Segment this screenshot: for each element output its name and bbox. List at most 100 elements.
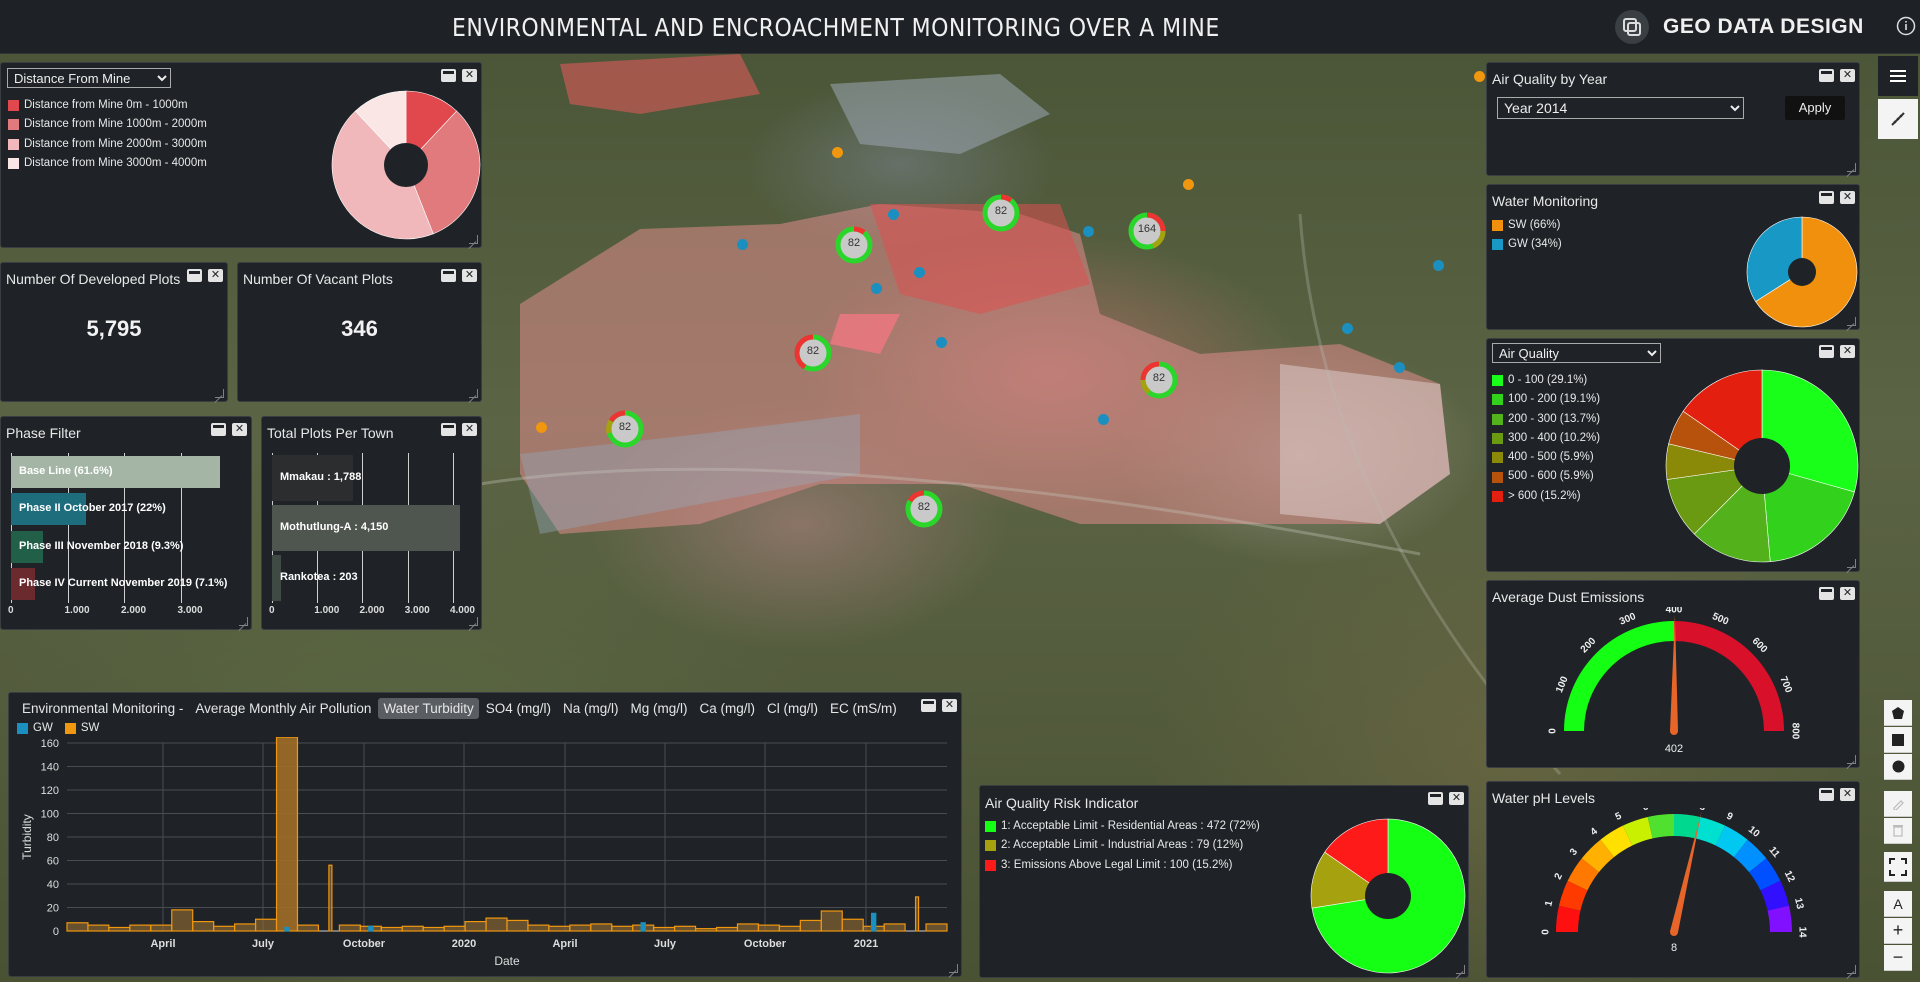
minimize-button[interactable] [211, 423, 226, 436]
sw-bar[interactable] [674, 925, 697, 932]
map-point-marker[interactable] [1098, 414, 1109, 425]
tab-ca-mg-l[interactable]: Ca (mg/l) [695, 698, 761, 719]
resize-handle[interactable] [1456, 965, 1465, 974]
minimize-button[interactable] [1428, 792, 1443, 805]
legend-item[interactable]: Distance from Mine 3000m - 4000m [8, 154, 207, 173]
sw-bar[interactable] [841, 918, 864, 932]
fullscreen-icon[interactable] [1884, 852, 1912, 882]
square-icon[interactable] [1884, 727, 1912, 753]
close-button[interactable]: ✕ [942, 699, 957, 712]
resize-handle[interactable] [1847, 965, 1856, 974]
tab-cl-mg-l[interactable]: Cl (mg/l) [762, 698, 823, 719]
resize-handle[interactable] [1847, 559, 1856, 568]
sw-bar[interactable] [422, 926, 445, 932]
sw-bar[interactable] [736, 923, 760, 932]
cluster-marker[interactable]: 82 [981, 193, 1021, 233]
sw-bar[interactable] [506, 919, 529, 932]
edit-icon[interactable] [1884, 791, 1912, 817]
map-point-marker[interactable] [832, 147, 843, 158]
resize-handle[interactable] [469, 389, 478, 398]
minimize-button[interactable] [187, 269, 202, 282]
legend-item[interactable]: 3: Emissions Above Legal Limit : 100 (15… [985, 856, 1260, 875]
sw-bar[interactable] [328, 864, 333, 932]
cluster-marker[interactable]: 164 [1127, 211, 1167, 251]
sw-bar[interactable] [914, 896, 920, 932]
sw-bar[interactable] [757, 924, 780, 932]
map-point-marker[interactable] [536, 422, 547, 433]
resize-handle[interactable] [469, 617, 478, 626]
resize-handle[interactable] [215, 389, 224, 398]
close-button[interactable]: ✕ [1840, 345, 1855, 358]
tab-mg-mg-l[interactable]: Mg (mg/l) [626, 698, 693, 719]
gw-bar[interactable] [640, 922, 646, 932]
legend-item[interactable]: 2: Acceptable Limit - Industrial Areas :… [985, 836, 1260, 855]
sw-bar[interactable] [234, 923, 257, 932]
legend-item[interactable]: Distance from Mine 0m - 1000m [8, 96, 207, 115]
sw-bar[interactable] [569, 924, 592, 932]
tab-average-monthly-air-pollution[interactable]: Average Monthly Air Pollution [190, 698, 376, 719]
minimize-button[interactable] [1819, 191, 1834, 204]
sw-bar[interactable] [87, 924, 110, 932]
sw-bar[interactable] [799, 919, 822, 932]
legend-item[interactable]: 1: Acceptable Limit - Residential Areas … [985, 817, 1260, 836]
resize-handle[interactable] [949, 964, 958, 973]
close-button[interactable]: ✕ [462, 423, 477, 436]
cluster-marker[interactable]: 82 [904, 489, 944, 529]
map-point-marker[interactable] [1474, 71, 1485, 82]
ruler-icon[interactable] [1878, 99, 1918, 139]
resize-handle[interactable] [1847, 317, 1856, 326]
sw-bar[interactable] [108, 926, 131, 932]
cluster-marker[interactable]: 82 [834, 225, 874, 265]
map-point-marker[interactable] [888, 209, 899, 220]
legend-item[interactable]: 0 - 100 (29.1%) [1492, 371, 1600, 390]
minimize-button[interactable] [1819, 69, 1834, 82]
minimize-button[interactable] [441, 423, 456, 436]
legend-item[interactable]: 400 - 500 (5.9%) [1492, 448, 1600, 467]
minimize-button[interactable] [921, 699, 936, 712]
circle-icon[interactable] [1884, 754, 1912, 780]
apply-button[interactable]: Apply [1785, 96, 1845, 120]
sw-bar[interactable] [590, 923, 613, 932]
close-button[interactable]: ✕ [1840, 69, 1855, 82]
menu-icon[interactable] [1878, 56, 1918, 96]
map-point-marker[interactable] [1183, 179, 1194, 190]
sw-bar[interactable] [820, 910, 843, 932]
close-button[interactable]: ✕ [1840, 191, 1855, 204]
sw-bar[interactable] [485, 917, 508, 932]
sw-bar[interactable] [338, 924, 361, 932]
legend-item[interactable]: GW [17, 722, 53, 734]
sw-bar[interactable] [150, 924, 173, 932]
legend-item[interactable]: 100 - 200 (19.1%) [1492, 390, 1600, 409]
info-icon[interactable] [1893, 12, 1919, 40]
sw-bar[interactable] [401, 925, 424, 932]
sw-bar[interactable] [778, 925, 801, 932]
map-point-marker[interactable] [871, 283, 882, 294]
close-button[interactable]: ✕ [1840, 587, 1855, 600]
map-point-marker[interactable] [936, 337, 947, 348]
sw-bar[interactable] [66, 922, 89, 932]
sw-bar[interactable] [527, 924, 550, 932]
close-button[interactable]: ✕ [462, 269, 477, 282]
sw-bar[interactable] [653, 926, 676, 932]
zoom-in-icon[interactable]: + [1884, 918, 1912, 944]
close-button[interactable]: ✕ [1840, 788, 1855, 801]
distance-select[interactable]: Distance From Mine [7, 68, 171, 88]
cluster-marker[interactable]: 82 [1139, 360, 1179, 400]
minimize-button[interactable] [1819, 587, 1834, 600]
sw-bar[interactable] [443, 925, 466, 932]
resize-handle[interactable] [1847, 755, 1856, 764]
sw-bar[interactable] [296, 924, 320, 932]
minimize-button[interactable] [1819, 345, 1834, 358]
sw-bar[interactable] [171, 909, 194, 932]
minimize-button[interactable] [441, 269, 456, 282]
gw-bar[interactable] [870, 912, 877, 932]
legend-item[interactable]: 200 - 300 (13.7%) [1492, 410, 1600, 429]
map-point-marker[interactable] [914, 267, 925, 278]
air-quality-select[interactable]: Air Quality [1492, 343, 1661, 363]
year-select[interactable]: Year 2014 [1497, 97, 1744, 119]
gw-bar[interactable] [368, 925, 374, 932]
resize-handle[interactable] [239, 617, 248, 626]
map-point-marker[interactable] [1342, 323, 1353, 334]
close-button[interactable]: ✕ [462, 69, 477, 82]
legend-item[interactable]: SW (66%) [1492, 216, 1562, 235]
